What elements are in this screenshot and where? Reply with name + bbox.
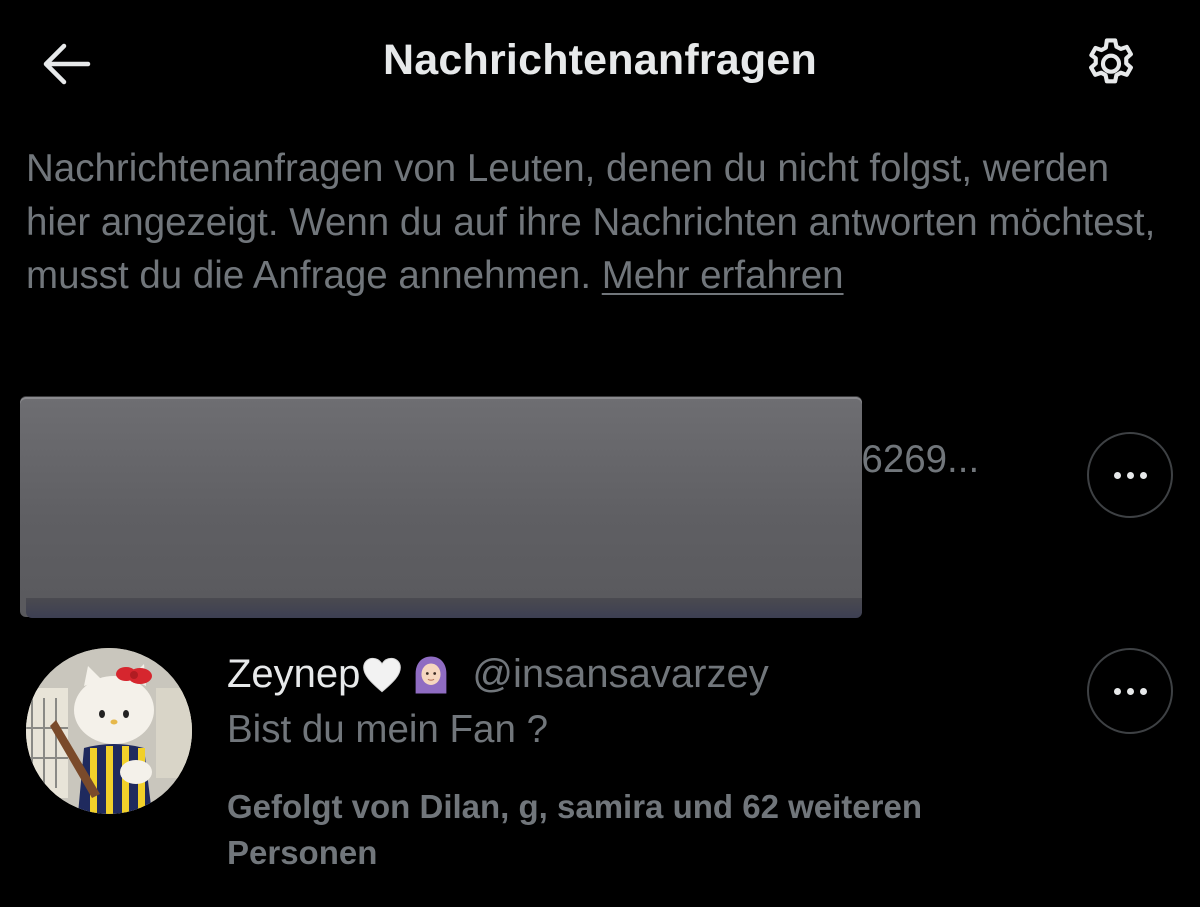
page-title: Nachrichtenanfragen [383, 36, 817, 84]
header: Nachrichtenanfragen [0, 0, 1200, 130]
request-name-line: Zeynep @insansavarzey [227, 652, 769, 697]
more-options-button[interactable] [1087, 432, 1173, 518]
info-description: Nachrichtenanfragen von Leuten, denen du… [26, 142, 1176, 303]
more-horizontal-icon [1113, 687, 1147, 695]
redaction-overlay-edge [26, 598, 862, 618]
more-horizontal-icon [1113, 471, 1147, 479]
more-options-button[interactable] [1087, 648, 1173, 734]
woman-with-headscarf-icon [412, 655, 450, 695]
redaction-overlay [20, 397, 862, 617]
info-text: Nachrichtenanfragen von Leuten, denen du… [26, 147, 1156, 297]
followed-by-text: Gefolgt von Dilan, g, samira und 62 weit… [227, 788, 922, 871]
user-handle: @insansavarzey [472, 652, 769, 696]
learn-more-link[interactable]: Mehr erfahren [602, 254, 844, 297]
hello-kitty-avatar [26, 648, 192, 814]
settings-button[interactable] [1078, 32, 1144, 98]
avatar[interactable] [26, 648, 192, 814]
gear-icon [1089, 38, 1133, 84]
message-preview: Bist du mein Fan ? [227, 708, 548, 751]
white-heart-icon [362, 656, 402, 694]
display-name: Zeynep [227, 652, 361, 696]
